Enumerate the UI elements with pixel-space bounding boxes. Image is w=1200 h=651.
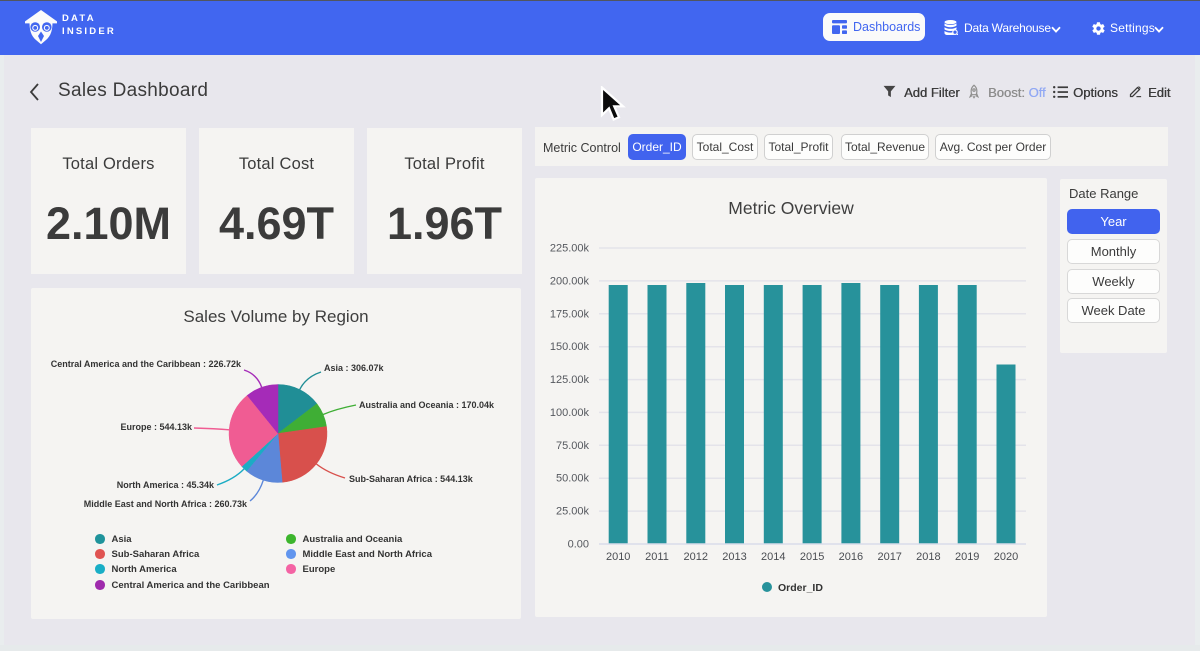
svg-text:2020: 2020 (994, 551, 1018, 563)
svg-text:2014: 2014 (761, 551, 785, 563)
svg-text:50.00k: 50.00k (556, 473, 590, 485)
svg-text:2019: 2019 (955, 551, 979, 563)
svg-text:75.00k: 75.00k (556, 440, 590, 452)
svg-text:2011: 2011 (645, 551, 669, 563)
svg-text:2017: 2017 (877, 551, 901, 563)
svg-text:2013: 2013 (722, 551, 746, 563)
svg-text:225.00k: 225.00k (550, 243, 590, 255)
svg-text:200.00k: 200.00k (550, 275, 590, 287)
svg-text:2015: 2015 (800, 551, 824, 563)
svg-text:175.00k: 175.00k (550, 308, 590, 320)
svg-text:Order_ID: Order_ID (778, 582, 823, 594)
svg-text:2010: 2010 (606, 551, 630, 563)
svg-text:2012: 2012 (684, 551, 708, 563)
svg-text:2018: 2018 (916, 551, 940, 563)
svg-text:2016: 2016 (839, 551, 863, 563)
svg-text:100.00k: 100.00k (550, 407, 590, 419)
svg-text:125.00k: 125.00k (550, 374, 590, 386)
svg-text:0.00: 0.00 (568, 539, 589, 551)
svg-text:150.00k: 150.00k (550, 341, 590, 353)
svg-text:25.00k: 25.00k (556, 506, 590, 518)
